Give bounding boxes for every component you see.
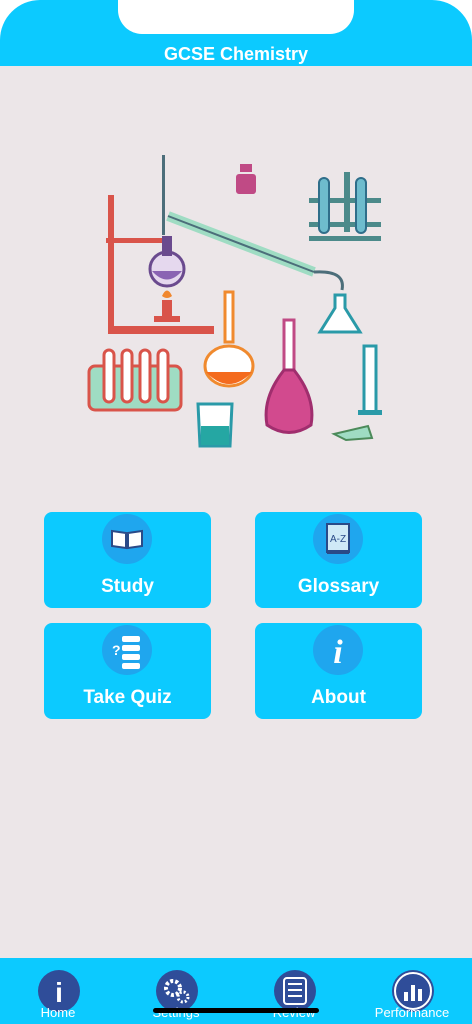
tab-bar: i Home Settings Review xyxy=(0,958,472,1024)
quiz-icon: ? xyxy=(112,636,140,669)
about-button[interactable]: i About xyxy=(255,623,422,719)
flask-neck xyxy=(162,236,172,256)
dictionary-icon: A-Z xyxy=(326,523,350,554)
retort-stand-rod xyxy=(108,195,114,331)
glossary-button[interactable]: A-Z Glossary xyxy=(255,512,422,608)
funnel xyxy=(331,424,374,442)
test-tube xyxy=(102,348,116,404)
condenser-inner xyxy=(167,215,315,273)
about-label: About xyxy=(311,687,366,708)
bottle-cap xyxy=(240,164,252,172)
navigation-bar: GCSE Chemistry xyxy=(0,0,472,66)
magenta-flask xyxy=(264,368,314,434)
clamp-arm xyxy=(106,238,166,243)
flame xyxy=(162,290,172,298)
about-icon-circle: i xyxy=(313,625,363,675)
glossary-label: Glossary xyxy=(297,576,380,597)
device-notch xyxy=(118,0,354,34)
glossary-icon-circle: A-Z xyxy=(313,514,363,564)
small-bottle xyxy=(236,174,256,194)
chemistry-lab-illustration xyxy=(87,155,382,448)
tab-home-label: Home xyxy=(40,1005,76,1020)
test-tube xyxy=(318,177,330,234)
home-icon-text: i xyxy=(55,977,63,1008)
main-content: Study A-Z Glossary ? Take Quiz i About xyxy=(0,66,472,958)
tube-rack-base xyxy=(309,236,381,241)
study-icon-circle xyxy=(102,514,152,564)
rack-rod xyxy=(344,172,350,232)
corner-left xyxy=(0,0,40,40)
test-tube xyxy=(138,348,152,404)
outlet-tube xyxy=(313,270,344,291)
home-indicator xyxy=(153,1008,319,1013)
magenta-flask-neck xyxy=(282,318,296,372)
book-icon xyxy=(111,529,143,550)
test-tube xyxy=(120,348,134,404)
page-title: GCSE Chemistry xyxy=(163,44,309,64)
dictionary-icon-text: A-Z xyxy=(330,534,346,545)
tab-performance[interactable]: Performance xyxy=(362,958,462,1024)
test-tube xyxy=(156,348,170,404)
tab-review[interactable]: Review xyxy=(244,958,344,1024)
info-icon: i xyxy=(333,634,343,671)
conical-flask xyxy=(317,293,363,334)
cylinder-base xyxy=(358,410,382,415)
tab-settings[interactable]: Settings xyxy=(126,958,226,1024)
bunsen-base xyxy=(154,316,180,322)
volumetric-flask-neck xyxy=(223,290,235,344)
take-quiz-label: Take Quiz xyxy=(83,687,172,708)
thermometer xyxy=(162,155,165,235)
take-quiz-button[interactable]: ? Take Quiz xyxy=(44,623,211,719)
tab-performance-label: Performance xyxy=(374,1005,450,1020)
measuring-cylinder xyxy=(362,344,378,414)
info-icon-text: i xyxy=(333,634,343,671)
round-flask xyxy=(148,250,186,288)
quiz-icon-text: ? xyxy=(112,642,121,658)
beaker-liquid xyxy=(201,426,229,445)
quiz-icon-circle: ? xyxy=(102,625,152,675)
corner-right xyxy=(432,0,472,40)
test-tube xyxy=(355,177,367,234)
bunsen-burner xyxy=(162,300,172,316)
tab-home[interactable]: i Home xyxy=(8,958,108,1024)
retort-stand-base xyxy=(108,326,214,334)
study-label: Study xyxy=(101,576,154,597)
study-button[interactable]: Study xyxy=(44,512,211,608)
